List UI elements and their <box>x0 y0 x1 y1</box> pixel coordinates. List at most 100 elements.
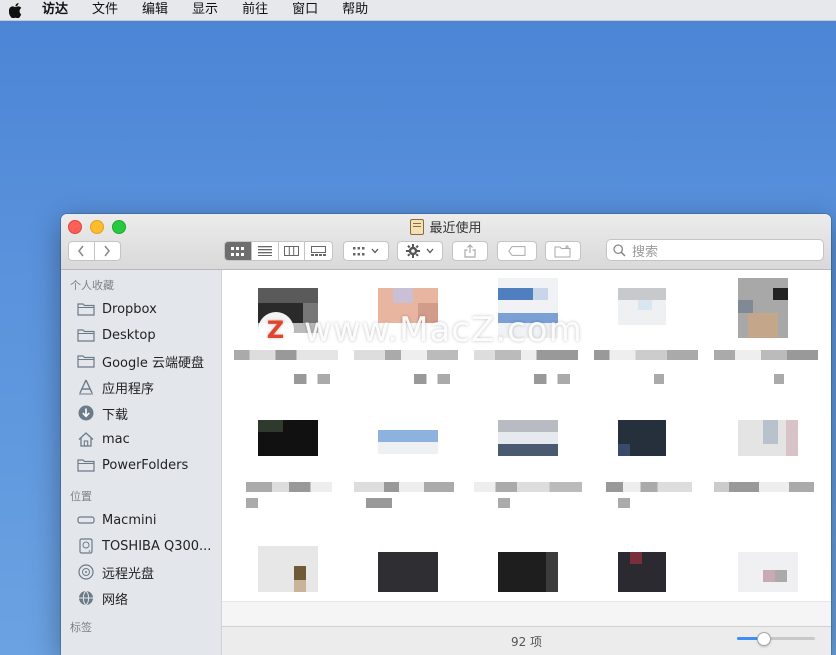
sidebar-item-remote-disc[interactable]: 远程光盘 <box>61 559 221 585</box>
sidebar-item-label: Macmini <box>102 512 157 528</box>
file-icon-grid: Z www.MacZ.com <box>222 270 831 601</box>
sidebar-item-google-drive[interactable]: Google 云端硬盘 <box>61 348 221 374</box>
tags-button[interactable] <box>497 241 537 261</box>
action-menu-button[interactable] <box>397 241 443 261</box>
chevron-left-icon <box>78 245 84 257</box>
new-folder-icon <box>554 244 571 257</box>
grid-icon <box>231 246 245 256</box>
sidebar-item-network[interactable]: 网络 <box>61 585 221 611</box>
share-icon <box>464 244 476 258</box>
sidebar-item-label: 网络 <box>102 592 129 608</box>
view-mode-control <box>224 241 333 261</box>
folder-icon <box>77 353 95 369</box>
search-field[interactable]: 搜索 <box>606 239 824 261</box>
sidebar-item-label: Dropbox <box>102 301 157 317</box>
folder-icon <box>77 301 95 317</box>
menu-window[interactable]: 窗口 <box>280 0 330 20</box>
columns-icon <box>283 246 299 256</box>
item-count: 92 项 <box>510 634 543 649</box>
sidebar-item-label: Google 云端硬盘 <box>102 355 204 371</box>
file-item[interactable] <box>498 420 558 480</box>
menu-edit[interactable]: 编辑 <box>130 0 180 20</box>
search-icon <box>613 243 626 257</box>
nav-buttons <box>68 241 121 261</box>
window-title: 最近使用 <box>61 217 831 236</box>
watermark-text: www.MacZ.com <box>304 310 583 350</box>
sidebar-item-label: TOSHIBA Q300... <box>102 538 212 554</box>
sidebar-item-toshiba-disk[interactable]: TOSHIBA Q300... <box>61 533 221 559</box>
back-button[interactable] <box>69 242 95 260</box>
file-item[interactable] <box>738 546 798 601</box>
menu-help[interactable]: 帮助 <box>330 0 380 20</box>
icon-view-button[interactable] <box>225 242 252 260</box>
watermark-logo-icon: Z <box>258 312 294 348</box>
finder-window: 最近使用 搜索 个人收藏 Dropbox Desktop Google 云端硬盘… <box>61 214 831 655</box>
file-item[interactable] <box>738 420 798 480</box>
list-icon <box>257 246 272 256</box>
menu-file[interactable]: 文件 <box>80 0 130 20</box>
file-item[interactable] <box>618 288 678 348</box>
sidebar-item-macmini[interactable]: Macmini <box>61 507 221 533</box>
sidebar-item-label: 应用程序 <box>102 381 155 397</box>
file-item[interactable] <box>618 420 678 480</box>
sidebar-item-label: mac <box>102 431 130 447</box>
home-icon <box>77 431 95 447</box>
forward-button[interactable] <box>95 242 120 260</box>
sidebar: 个人收藏 Dropbox Desktop Google 云端硬盘 应用程序 下载… <box>61 270 222 655</box>
recents-icon <box>410 218 425 235</box>
menu-view[interactable]: 显示 <box>180 0 230 20</box>
chevron-right-icon <box>104 245 111 257</box>
icon-size-slider[interactable] <box>737 632 815 646</box>
new-folder-button[interactable] <box>545 241 581 261</box>
menu-bar: 访达 文件 编辑 显示 前往 窗口 帮助 <box>0 0 836 21</box>
column-view-button[interactable] <box>279 242 306 260</box>
file-item[interactable] <box>258 420 318 480</box>
sidebar-item-dropbox[interactable]: Dropbox <box>61 296 221 322</box>
folder-icon <box>77 457 95 473</box>
sidebar-item-label: PowerFolders <box>102 457 189 473</box>
sidebar-section-favorites: 个人收藏 <box>70 279 114 292</box>
file-item[interactable] <box>378 546 438 601</box>
disk-icon <box>77 538 95 554</box>
folder-icon <box>77 327 95 343</box>
sidebar-item-downloads[interactable]: 下载 <box>61 400 221 426</box>
sidebar-item-desktop[interactable]: Desktop <box>61 322 221 348</box>
applications-icon <box>77 379 95 395</box>
grid-icon <box>353 246 365 255</box>
file-item[interactable] <box>378 430 438 490</box>
file-item[interactable] <box>738 278 798 338</box>
menu-go[interactable]: 前往 <box>230 0 280 20</box>
file-item[interactable] <box>258 546 318 601</box>
computer-icon <box>77 512 95 528</box>
network-icon <box>77 590 95 606</box>
sidebar-section-locations: 位置 <box>70 490 92 503</box>
watermark: Z www.MacZ.com <box>258 310 583 350</box>
download-icon <box>77 405 95 421</box>
group-by-button[interactable] <box>343 241 389 261</box>
optical-disc-icon <box>77 564 95 580</box>
chevron-down-icon <box>426 248 434 254</box>
sidebar-item-label: 下载 <box>102 407 129 423</box>
search-placeholder: 搜索 <box>632 244 659 260</box>
sidebar-item-applications[interactable]: 应用程序 <box>61 374 221 400</box>
sidebar-section-tags: 标签 <box>70 621 92 634</box>
share-button[interactable] <box>452 241 488 261</box>
path-bar-area <box>222 601 831 626</box>
gear-icon <box>406 244 420 258</box>
sidebar-item-home[interactable]: mac <box>61 426 221 452</box>
sidebar-item-powerfolders[interactable]: PowerFolders <box>61 452 221 478</box>
tag-icon <box>508 246 526 256</box>
file-item[interactable] <box>618 546 678 601</box>
window-title-text: 最近使用 <box>429 221 482 236</box>
sidebar-item-label: 远程光盘 <box>102 566 155 582</box>
gallery-view-button[interactable] <box>305 242 332 260</box>
apple-menu-icon[interactable] <box>0 2 30 18</box>
file-item[interactable] <box>498 546 558 601</box>
sidebar-item-label: Desktop <box>102 327 156 343</box>
menu-finder[interactable]: 访达 <box>30 0 80 20</box>
status-bar: 92 项 <box>222 626 831 655</box>
slider-knob[interactable] <box>757 632 771 646</box>
gallery-icon <box>311 246 327 256</box>
list-view-button[interactable] <box>252 242 279 260</box>
chevron-down-icon <box>371 248 379 254</box>
